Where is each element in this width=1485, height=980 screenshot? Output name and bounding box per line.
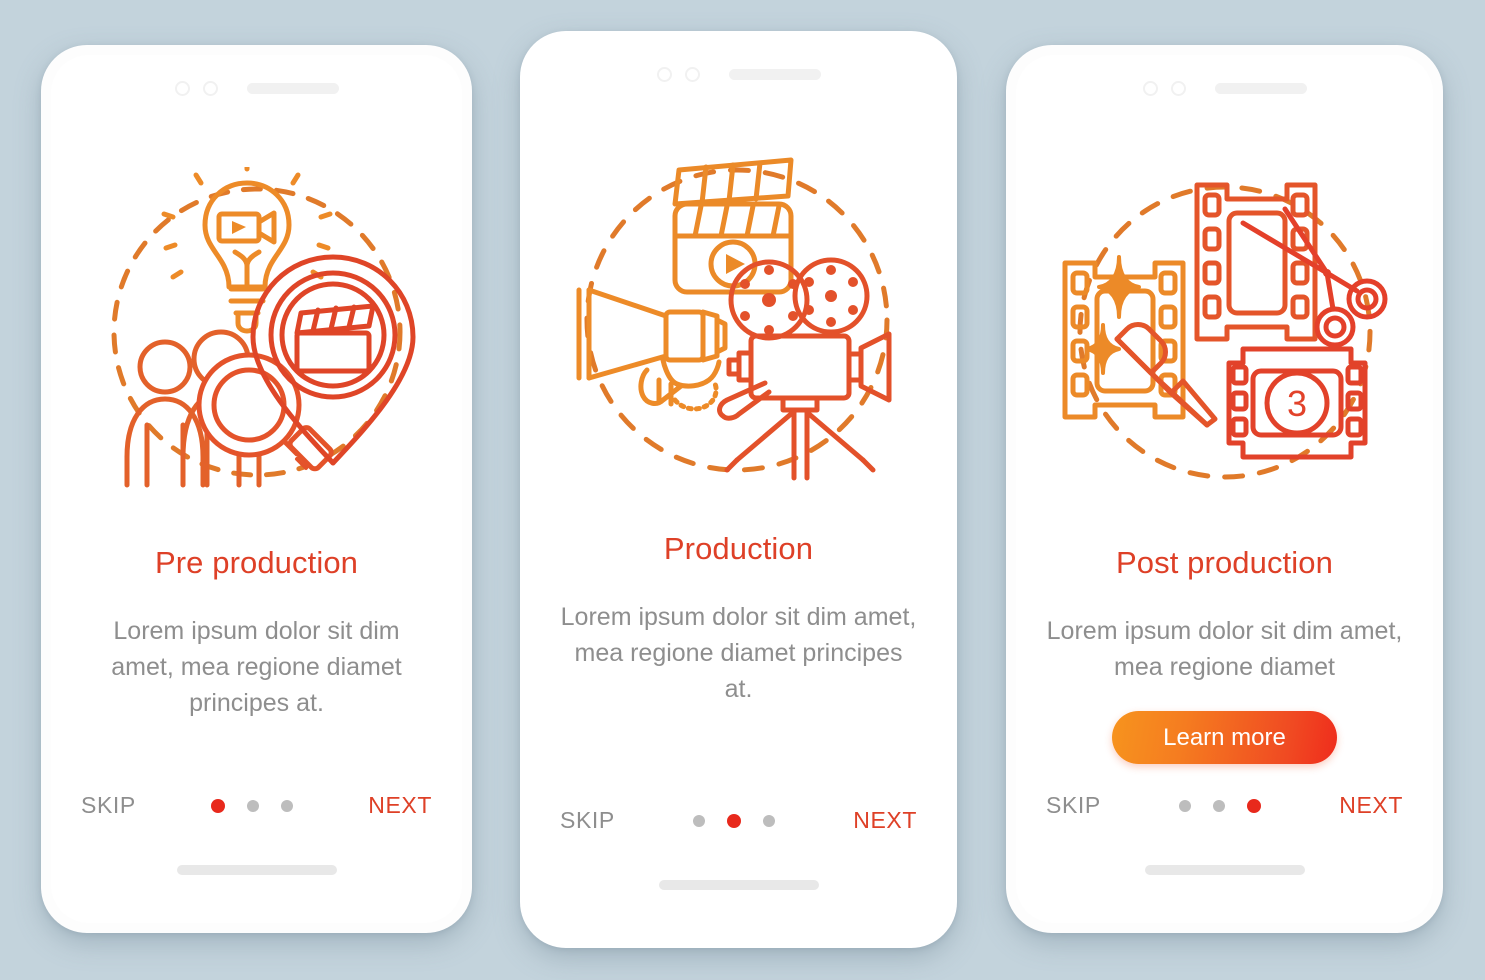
film-frame-sparkle-brush-icon <box>1062 255 1185 420</box>
page-title: Production <box>663 531 814 566</box>
copy-block-pre-production: Pre production Lorem ipsum dolor sit dim… <box>51 545 462 721</box>
home-indicator-bar[interactable] <box>658 880 819 890</box>
screen-post-production: 3 Post production Lorem ipsum dolor sit … <box>1016 55 1433 923</box>
film-frame-scissors-icon <box>1194 182 1317 342</box>
pagination-dot-1[interactable] <box>211 798 226 813</box>
pagination-dots <box>1179 798 1262 813</box>
production-illustration <box>530 133 947 503</box>
film-frame-countdown-3-icon: 3 <box>1226 346 1367 460</box>
svg-text:3: 3 <box>1286 383 1306 424</box>
pagination-dot-2[interactable] <box>727 813 742 828</box>
pagination-dot-2[interactable] <box>1213 799 1226 812</box>
phone-frame-post-production: 3 Post production Lorem ipsum dolor sit … <box>1006 45 1443 933</box>
camera-sensor-dot <box>1142 81 1158 96</box>
page-description: Lorem ipsum dolor sit dim amet, mea regi… <box>560 603 917 703</box>
page-title: Pre production <box>154 545 359 580</box>
camera-sensor-dot <box>656 67 672 82</box>
onboarding-screens-mockup: Pre production Lorem ipsum dolor sit dim… <box>0 0 1485 980</box>
skip-button[interactable]: SKIP <box>1046 792 1101 819</box>
next-button[interactable]: NEXT <box>853 807 917 834</box>
phone-frame-pre-production: Pre production Lorem ipsum dolor sit dim… <box>41 45 472 933</box>
screen-pre-production: Pre production Lorem ipsum dolor sit dim… <box>51 55 462 923</box>
page-description: Lorem ipsum dolor sit dim amet, mea regi… <box>111 617 402 717</box>
next-button[interactable]: NEXT <box>1339 792 1403 819</box>
footer-nav: SKIP NEXT <box>560 807 917 834</box>
earpiece-speaker-bar <box>728 69 821 80</box>
camera-sensor-dot <box>174 81 190 96</box>
pagination-dot-3[interactable] <box>281 799 294 812</box>
post-production-illustration: 3 <box>1016 147 1433 517</box>
cta-wrapper: Learn more <box>1046 711 1403 764</box>
pagination-dot-1[interactable] <box>1179 799 1192 812</box>
pagination-dots <box>211 798 294 813</box>
pre-production-illustration <box>51 147 462 517</box>
phone-status-row <box>530 67 947 82</box>
camera-sensor-dot <box>202 81 218 96</box>
next-button[interactable]: NEXT <box>368 792 432 819</box>
camera-sensor-dot <box>684 67 700 82</box>
page-title: Post production <box>1116 545 1333 580</box>
copy-block-post-production: Post production Lorem ipsum dolor sit di… <box>1016 545 1433 764</box>
home-indicator-bar[interactable] <box>1144 865 1305 875</box>
phone-status-row <box>1016 81 1433 96</box>
camera-sensor-dot <box>1170 81 1186 96</box>
footer-nav: SKIP NEXT <box>81 792 432 819</box>
home-indicator-bar[interactable] <box>176 865 337 875</box>
pagination-dots <box>693 813 776 828</box>
phone-frame-production: Production Lorem ipsum dolor sit dim ame… <box>520 31 957 948</box>
skip-button[interactable]: SKIP <box>81 792 136 819</box>
screen-production: Production Lorem ipsum dolor sit dim ame… <box>530 41 947 938</box>
megaphone-hand-icon <box>576 287 727 412</box>
skip-button[interactable]: SKIP <box>560 807 615 834</box>
copy-block-production: Production Lorem ipsum dolor sit dim ame… <box>530 531 947 707</box>
learn-more-button[interactable]: Learn more <box>1112 711 1337 764</box>
pagination-dot-2[interactable] <box>247 799 260 812</box>
footer-nav: SKIP NEXT <box>1046 792 1403 819</box>
clapperboard-play-icon <box>672 157 793 295</box>
pagination-dot-1[interactable] <box>693 814 706 827</box>
earpiece-speaker-bar <box>1214 83 1307 94</box>
pagination-dot-3[interactable] <box>763 814 776 827</box>
phone-status-row <box>51 81 462 96</box>
page-description: Lorem ipsum dolor sit dim amet, mea regi… <box>1046 617 1403 681</box>
pagination-dot-3[interactable] <box>1247 798 1262 813</box>
earpiece-speaker-bar <box>246 83 339 94</box>
